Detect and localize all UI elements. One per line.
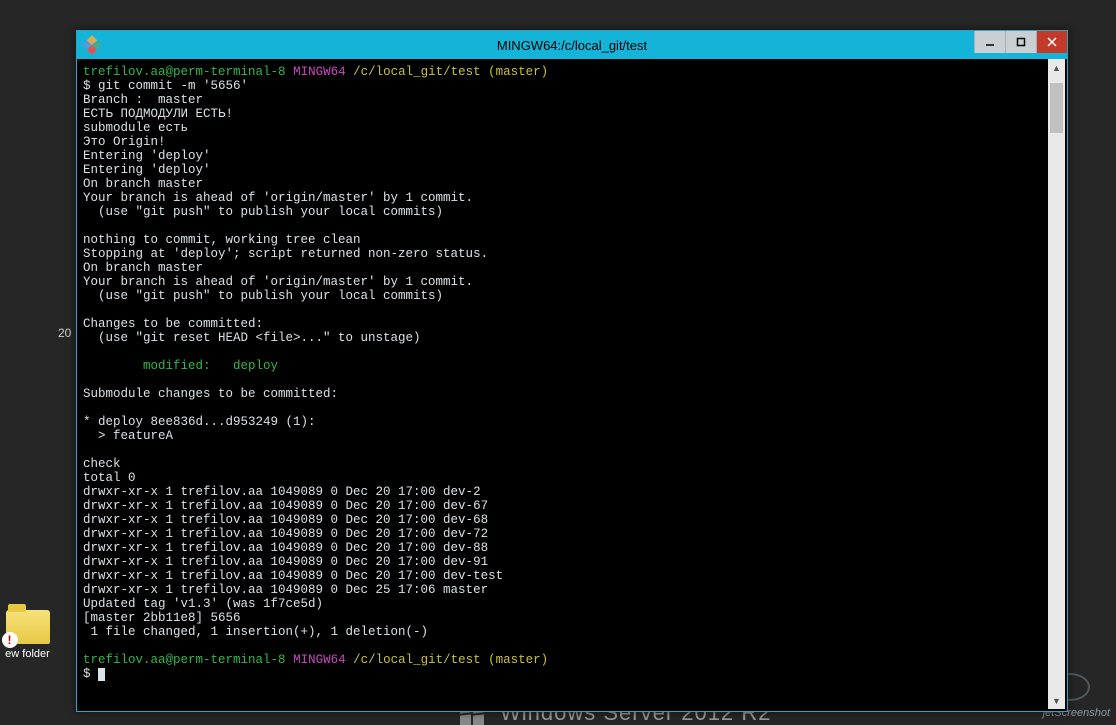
out-line: Your branch is ahead of 'origin/master' … xyxy=(83,275,473,289)
ls-row: drwxr-xr-x 1 trefilov.aa 1049089 0 Dec 2… xyxy=(83,499,488,513)
ls-row: drwxr-xr-x 1 trefilov.aa 1049089 0 Dec 2… xyxy=(83,583,488,597)
ls-row: drwxr-xr-x 1 trefilov.aa 1049089 0 Dec 2… xyxy=(83,527,488,541)
out-line: On branch master xyxy=(83,261,203,275)
prompt-user: trefilov.aa@perm-terminal-8 xyxy=(83,653,286,667)
ls-row: drwxr-xr-x 1 trefilov.aa 1049089 0 Dec 2… xyxy=(83,485,481,499)
out-line: [master 2bb11e8] 5656 xyxy=(83,611,241,625)
prompt-branch: (master) xyxy=(488,65,548,79)
prompt-env: MINGW64 xyxy=(293,65,346,79)
scroll-down-icon[interactable]: ▼ xyxy=(1048,692,1065,709)
out-line: Entering 'deploy' xyxy=(83,149,211,163)
folder-icon: ! xyxy=(6,610,50,644)
ls-row: drwxr-xr-x 1 trefilov.aa 1049089 0 Dec 2… xyxy=(83,541,488,555)
ls-row: drwxr-xr-x 1 trefilov.aa 1049089 0 Dec 2… xyxy=(83,555,488,569)
out-line: Updated tag 'v1.3' (was 1f7ce5d) xyxy=(83,597,323,611)
out-line: Submodule changes to be committed: xyxy=(83,387,338,401)
out-line-modified: modified: deploy xyxy=(83,359,278,373)
out-line: ЕСТЬ ПОДМОДУЛИ ЕСТЬ! xyxy=(83,107,233,121)
ls-row: drwxr-xr-x 1 trefilov.aa 1049089 0 Dec 2… xyxy=(83,513,488,527)
out-line: nothing to commit, working tree clean xyxy=(83,233,361,247)
prompt-env: MINGW64 xyxy=(293,653,346,667)
cursor-icon xyxy=(98,668,105,681)
out-line: Your branch is ahead of 'origin/master' … xyxy=(83,191,473,205)
titlebar[interactable]: MINGW64:/c/local_git/test xyxy=(77,31,1067,59)
cmd-line: $ xyxy=(83,667,98,681)
out-line: Entering 'deploy' xyxy=(83,163,211,177)
out-line: Это Origin! xyxy=(83,135,166,149)
desktop-folder[interactable]: ! ew folder xyxy=(0,610,55,660)
warning-badge-icon: ! xyxy=(2,632,18,648)
scroll-thumb[interactable] xyxy=(1050,83,1063,133)
out-line: Branch : master xyxy=(83,93,203,107)
close-button[interactable] xyxy=(1036,31,1067,53)
prompt-path: /c/local_git/test xyxy=(353,65,481,79)
out-line: (use "git push" to publish your local co… xyxy=(83,289,443,303)
prompt-branch: (master) xyxy=(488,653,548,667)
folder-label: ew folder xyxy=(0,648,55,660)
out-line: Changes to be committed: xyxy=(83,317,263,331)
out-line: * deploy 8ee836d...d953249 (1): xyxy=(83,415,316,429)
out-line: On branch master xyxy=(83,177,203,191)
out-line: > featureA xyxy=(83,429,173,443)
out-line: 1 file changed, 1 insertion(+), 1 deleti… xyxy=(83,625,428,639)
ls-row: drwxr-xr-x 1 trefilov.aa 1049089 0 Dec 2… xyxy=(83,569,503,583)
out-line: total 0 xyxy=(83,471,136,485)
terminal-window: MINGW64:/c/local_git/test trefilov.aa@pe… xyxy=(76,30,1068,712)
minimize-button[interactable] xyxy=(974,31,1005,53)
out-line: (use "git push" to publish your local co… xyxy=(83,205,443,219)
scrollbar[interactable]: ▲ ▼ xyxy=(1048,59,1065,709)
out-line: Stopping at 'deploy'; script returned no… xyxy=(83,247,488,261)
out-line: check xyxy=(83,457,121,471)
maximize-button[interactable] xyxy=(1005,31,1036,53)
desktop-hint-number: 20 xyxy=(58,326,71,340)
out-line: (use "git reset HEAD <file>..." to unsta… xyxy=(83,331,421,345)
prompt-user: trefilov.aa@perm-terminal-8 xyxy=(83,65,286,79)
window-title: MINGW64:/c/local_git/test xyxy=(77,38,1067,53)
cmd-line: $ git commit -m '5656' xyxy=(83,79,248,93)
prompt-path: /c/local_git/test xyxy=(353,653,481,667)
terminal-output[interactable]: trefilov.aa@perm-terminal-8 MINGW64 /c/l… xyxy=(79,59,1047,709)
out-line: submodule есть xyxy=(83,121,188,135)
scroll-up-icon[interactable]: ▲ xyxy=(1048,59,1065,76)
